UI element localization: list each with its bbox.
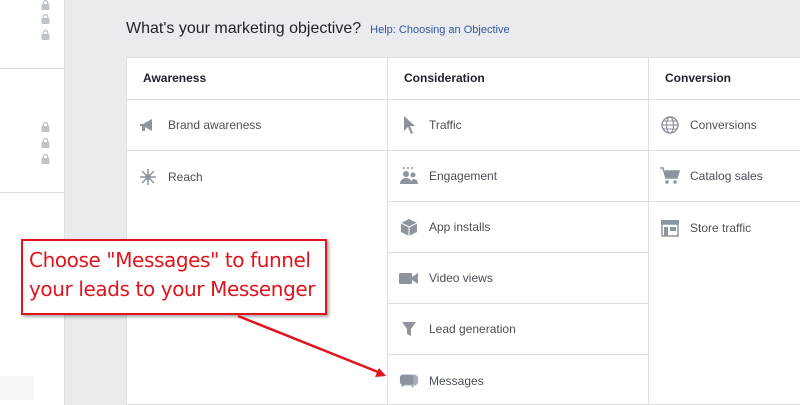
objective-brand-awareness[interactable]: Brand awareness — [127, 100, 387, 151]
objectives-table: Awareness Brand awareness Reach Consider… — [126, 57, 800, 405]
objective-header: What's your marketing objective? Help: C… — [126, 20, 510, 38]
shopping-cart-icon — [660, 166, 680, 186]
help-link[interactable]: Help: Choosing an Objective — [370, 24, 509, 36]
objective-lead-generation[interactable]: Lead generation — [388, 304, 648, 355]
reach-icon — [138, 167, 158, 187]
objective-app-installs[interactable]: App installs — [388, 202, 648, 253]
objective-traffic[interactable]: Traffic — [388, 100, 648, 151]
annotation-callout: Choose "Messages" to funnel your leads t… — [21, 239, 327, 315]
objective-label: App installs — [429, 220, 491, 234]
chat-bubbles-icon — [399, 371, 419, 391]
lock-icon — [41, 138, 50, 148]
column-heading: Awareness — [127, 58, 387, 100]
page-title: What's your marketing objective? — [126, 20, 362, 37]
column-heading: Consideration — [388, 58, 648, 100]
objective-messages[interactable]: Messages — [388, 355, 648, 405]
megaphone-icon — [138, 115, 158, 135]
column-heading: Conversion — [649, 58, 800, 100]
objective-conversions[interactable]: Conversions — [649, 100, 800, 151]
sidebar-input[interactable] — [0, 376, 34, 400]
objective-video-views[interactable]: Video views — [388, 253, 648, 304]
objective-label: Brand awareness — [168, 118, 262, 132]
objective-reach[interactable]: Reach — [127, 151, 387, 202]
objective-label: Messages — [429, 373, 484, 388]
objective-label: Conversions — [690, 118, 757, 132]
objective-label: Engagement — [429, 169, 498, 183]
column-consideration: Consideration Traffic Engagement App ins… — [388, 58, 649, 404]
objective-label: Catalog sales — [690, 169, 763, 183]
box-icon — [399, 217, 419, 237]
objective-store-traffic[interactable]: Store traffic — [649, 202, 800, 253]
left-sidebar — [0, 0, 65, 405]
objective-label: Lead generation — [429, 322, 516, 336]
video-camera-icon — [399, 268, 419, 288]
store-icon — [660, 218, 680, 238]
people-icon — [399, 166, 419, 186]
callout-line-2: your leads to your Messenger — [29, 277, 316, 301]
lock-icon — [41, 122, 50, 132]
column-awareness: Awareness Brand awareness Reach — [127, 58, 388, 404]
objective-engagement[interactable]: Engagement — [388, 151, 648, 202]
lock-icon — [41, 0, 50, 10]
objective-label: Video views — [429, 271, 493, 285]
sidebar-divider — [0, 192, 65, 193]
objective-label: Reach — [168, 169, 203, 184]
sidebar-divider — [0, 68, 65, 69]
callout-line-1: Choose "Messages" to funnel — [29, 248, 311, 272]
objective-label: Store traffic — [690, 220, 752, 235]
column-conversion: Conversion Conversions Catalog sales Sto… — [649, 58, 800, 404]
objective-label: Traffic — [429, 118, 462, 132]
lock-icon — [41, 30, 50, 40]
lock-icon — [41, 14, 50, 24]
funnel-icon — [399, 319, 419, 339]
objective-catalog-sales[interactable]: Catalog sales — [649, 151, 800, 202]
cursor-icon — [399, 115, 419, 135]
globe-icon — [660, 115, 680, 135]
lock-icon — [41, 154, 50, 164]
